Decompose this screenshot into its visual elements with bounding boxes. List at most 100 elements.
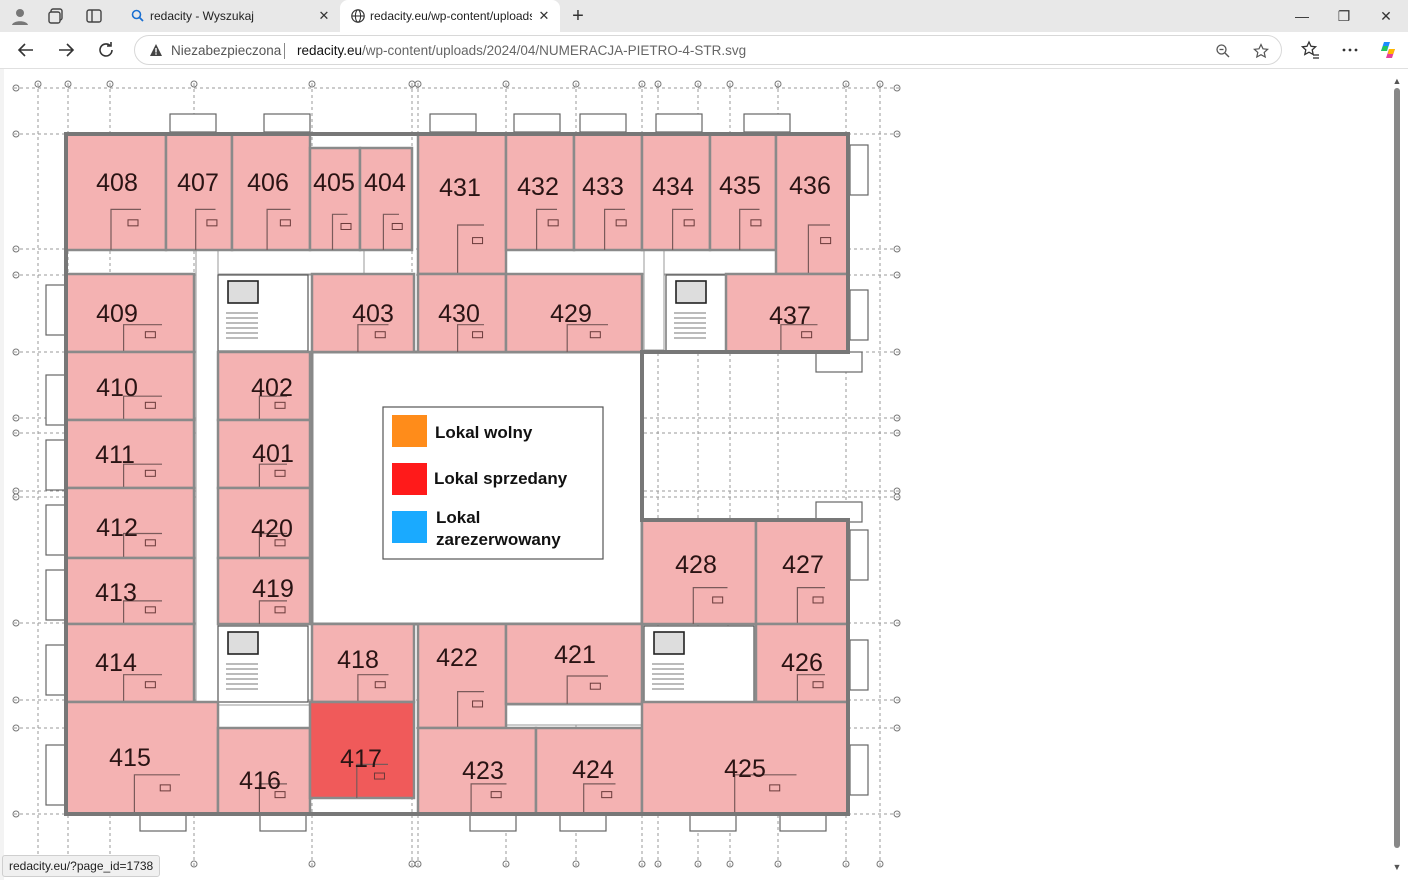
unit-label-409: 409 (96, 300, 138, 328)
balcony (849, 639, 869, 691)
balcony (815, 351, 863, 373)
security-status[interactable]: Niezabezpieczona (171, 43, 281, 58)
unit-label-410: 410 (96, 374, 138, 402)
unit-label-418: 418 (337, 646, 379, 674)
legend-swatch-reserved (392, 511, 427, 543)
unit-label-413: 413 (95, 579, 137, 607)
url-host: redacity.eu (297, 43, 363, 58)
refresh-icon[interactable] (96, 40, 116, 60)
minimize-icon[interactable]: — (1292, 6, 1312, 26)
balcony (849, 529, 869, 581)
favorites-icon[interactable] (1300, 40, 1320, 60)
unit-436 (774, 132, 850, 276)
unit-label-427: 427 (782, 551, 824, 579)
unit-label-406: 406 (247, 169, 289, 197)
legend-label-free: Lokal wolny (435, 423, 533, 442)
url-text[interactable]: redacity.eu/wp-content/uploads/2024/04/N… (297, 43, 746, 58)
unit-label-437: 437 (769, 302, 811, 330)
unit-label-430: 430 (438, 300, 480, 328)
tab-active[interactable]: redacity.eu/wp-content/uploads/ ✕ (340, 0, 560, 32)
unit-405 (308, 146, 362, 252)
corridor (643, 249, 665, 351)
balcony (169, 113, 217, 133)
corridor (195, 249, 365, 275)
unit-label-416: 416 (239, 767, 281, 795)
unit-label-407: 407 (177, 169, 219, 197)
search-icon (131, 9, 144, 22)
unit-label-432: 432 (517, 173, 559, 201)
collections-icon[interactable] (46, 6, 66, 26)
back-icon[interactable] (16, 40, 36, 60)
balcony (45, 504, 67, 556)
balcony (45, 644, 67, 696)
address-divider (284, 43, 285, 59)
balcony (45, 569, 67, 621)
forward-icon[interactable] (56, 40, 76, 60)
scroll-up-arrow[interactable]: ▲ (1392, 76, 1402, 86)
unit-label-411: 411 (95, 441, 135, 469)
globe-icon (351, 9, 365, 23)
legend-swatch-sold (392, 463, 427, 495)
page-viewport: 408 407 406 405 404 431 432 433 434 435 436 409 403 4… (4, 69, 1408, 880)
unit-label-401: 401 (252, 440, 294, 468)
scroll-down-arrow[interactable]: ▼ (1392, 862, 1402, 872)
balcony (139, 814, 187, 832)
balcony (45, 744, 67, 806)
tab-title: redacity - Wyszukaj (150, 9, 254, 23)
legend-label-reserved-2: zarezerwowany (436, 530, 561, 549)
legend-label-reserved: Lokal (436, 508, 480, 527)
unit-label-417: 417 (340, 745, 382, 773)
favorite-star-icon[interactable] (1253, 43, 1269, 59)
floor-plan-svg: 408 407 406 405 404 431 432 433 434 435 436 409 403 4… (12, 80, 901, 868)
unit-label-424: 424 (572, 756, 614, 784)
vertical-tabs-icon[interactable] (84, 6, 104, 26)
warning-icon[interactable] (149, 43, 163, 57)
close-tab-icon[interactable]: ✕ (316, 8, 332, 24)
corridor (505, 704, 653, 726)
tab-bar: redacity - Wyszukaj ✕ redacity.eu/wp-con… (0, 0, 1408, 32)
unit-label-428: 428 (675, 551, 717, 579)
unit-label-402: 402 (251, 374, 293, 402)
balcony (263, 113, 311, 133)
unit-label-419: 419 (252, 575, 294, 603)
unit-label-431: 431 (439, 174, 481, 202)
unit-label-405: 405 (313, 169, 355, 197)
unit-label-429: 429 (550, 300, 592, 328)
copilot-icon[interactable] (1378, 40, 1398, 60)
balcony (849, 744, 869, 796)
elevator (227, 631, 259, 655)
corridor (479, 249, 787, 275)
close-window-icon[interactable]: ✕ (1376, 6, 1396, 26)
unit-label-433: 433 (582, 173, 624, 201)
balcony (655, 113, 703, 133)
address-bar[interactable]: Niezabezpieczona redacity.eu/wp-content/… (134, 35, 1282, 65)
elevator (675, 280, 707, 304)
elevator (227, 280, 259, 304)
new-tab-button[interactable]: + (568, 6, 588, 26)
vertical-scrollbar[interactable]: ▲ ▼ (1390, 74, 1404, 874)
zoom-icon[interactable] (1215, 43, 1231, 59)
balcony (849, 289, 869, 341)
profile-icon[interactable] (10, 6, 30, 26)
scrollbar-thumb[interactable] (1394, 88, 1400, 848)
balcony (743, 113, 791, 133)
tab-search[interactable]: redacity - Wyszukaj ✕ (120, 0, 340, 32)
close-tab-icon[interactable]: ✕ (536, 8, 552, 24)
balcony (45, 439, 67, 491)
unit-422 (416, 622, 508, 730)
unit-label-436: 436 (789, 172, 831, 200)
balcony (689, 814, 737, 832)
unit-label-422: 422 (436, 644, 478, 672)
corridor (195, 249, 219, 729)
balcony (45, 284, 67, 336)
more-options-icon[interactable] (1340, 40, 1360, 60)
url-path: /wp-content/uploads/2024/04/NUMERACJA-PI… (362, 43, 747, 58)
balcony (849, 144, 869, 196)
unit-label-403: 403 (352, 300, 394, 328)
unit-label-408: 408 (96, 169, 138, 197)
elevator (653, 631, 685, 655)
unit-label-412: 412 (96, 514, 138, 542)
restore-icon[interactable]: ❐ (1334, 6, 1354, 26)
unit-431 (416, 132, 508, 276)
balcony (429, 113, 477, 133)
